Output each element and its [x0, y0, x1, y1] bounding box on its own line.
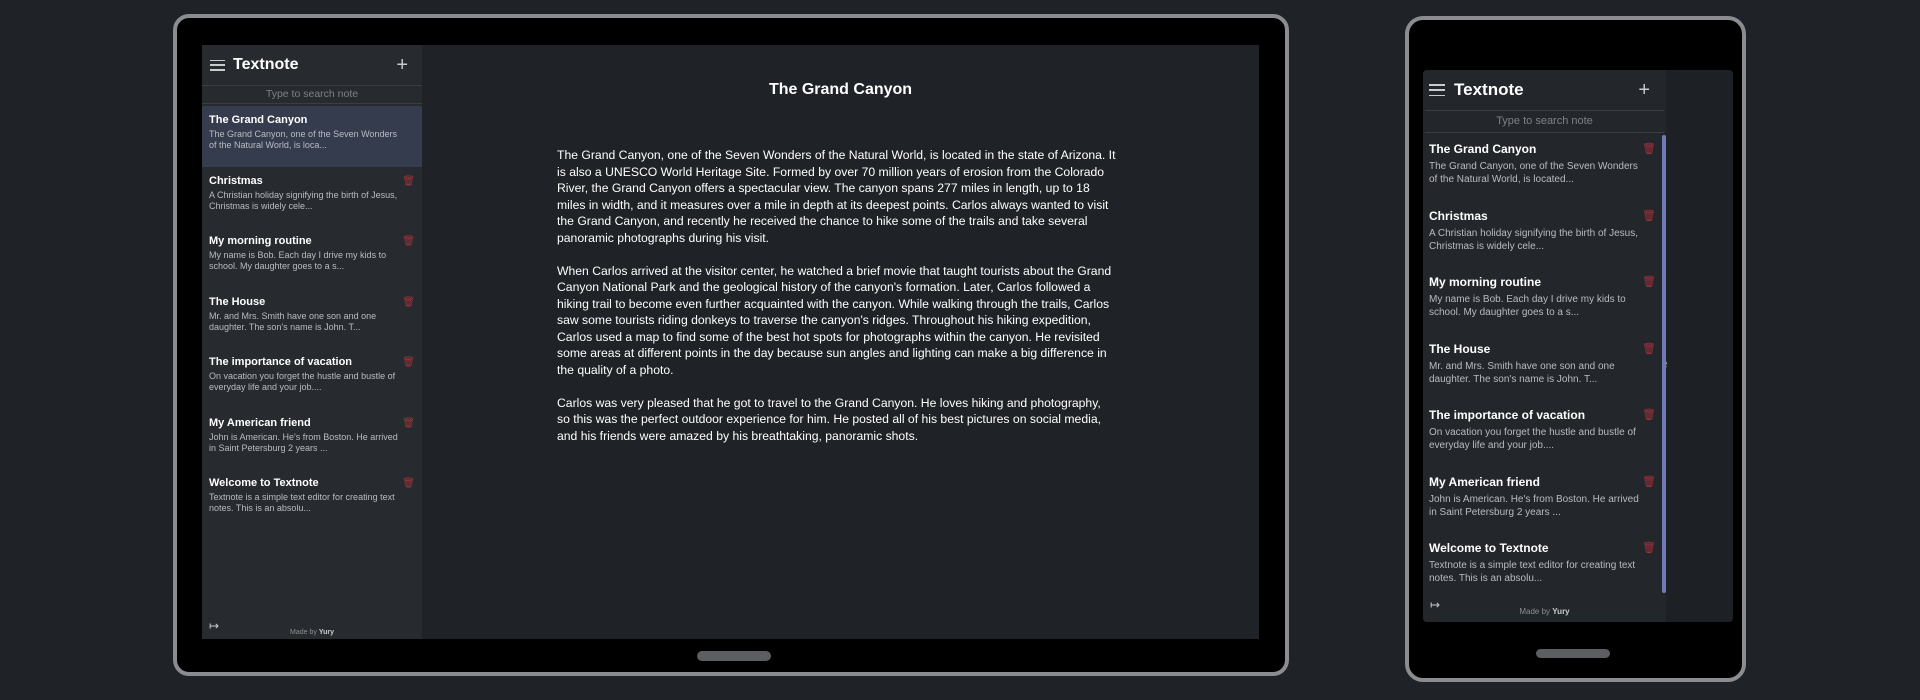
note-excerpt: Mr. and Mrs. Smith have one son and one … [1429, 360, 1615, 385]
note-item[interactable]: My morning routine My name is Bob. Each … [1423, 266, 1666, 333]
sidebar-header: Textnote + [1423, 70, 1666, 110]
note-title: My morning routine [1429, 275, 1541, 289]
note-excerpt: Textnote is a simple text editor for cre… [1429, 560, 1636, 584]
trash-icon[interactable]: 🗑 [1642, 408, 1656, 421]
note-title: My American friend [209, 416, 311, 429]
phone-device: e Textnote + The Grand Canyon The Grand … [1405, 16, 1746, 682]
note-excerpt: A Christian holiday signifying the birth… [1429, 227, 1638, 252]
sidebar: Textnote + The Grand Canyon The Grand Ca… [202, 45, 422, 639]
note-title: Welcome to Textnote [209, 477, 319, 489]
note-excerpt: John is American. He's from Boston. He a… [209, 431, 398, 453]
trash-icon[interactable]: 🗑 [1642, 342, 1656, 355]
search-input[interactable] [202, 88, 422, 100]
made-by-name: Yury [1552, 607, 1570, 616]
editor-paragraph: The Grand Canyon, one of the Seven Wonde… [557, 148, 1116, 245]
note-item[interactable]: The importance of vacation On vacation y… [1423, 399, 1666, 466]
tablet-screen: Textnote + The Grand Canyon The Grand Ca… [202, 45, 1259, 639]
search-bar [1425, 110, 1664, 133]
sidebar-footer: ↦ Made by Yury [1423, 596, 1666, 622]
note-excerpt: Textnote is a simple text editor for cre… [209, 492, 395, 513]
note-excerpt: On vacation you forget the hustle and bu… [209, 371, 396, 392]
trash-icon[interactable]: 🗑 [1642, 475, 1656, 488]
note-item[interactable]: Christmas A Christian holiday signifying… [202, 167, 422, 228]
made-by-credit: Made by Yury [202, 629, 422, 636]
note-title: The importance of vacation [1429, 408, 1586, 422]
note-item[interactable]: The Grand Canyon The Grand Canyon, one o… [1423, 133, 1666, 200]
note-editor[interactable]: The Grand Canyon The Grand Canyon, one o… [422, 45, 1259, 639]
editor-title[interactable]: The Grand Canyon [422, 81, 1259, 99]
trash-icon[interactable]: 🗑 [1642, 142, 1656, 155]
hamburger-icon[interactable] [1429, 84, 1445, 96]
note-item[interactable]: The House Mr. and Mrs. Smith have one so… [1423, 333, 1666, 400]
search-input[interactable] [1425, 115, 1664, 127]
note-excerpt: A Christian holiday signifying the birth… [209, 189, 398, 211]
note-excerpt: The Grand Canyon, one of the Seven Wonde… [1429, 161, 1638, 185]
note-title: Welcome to Textnote [1429, 541, 1549, 555]
note-item[interactable]: My morning routine My name is Bob. Each … [202, 227, 422, 288]
note-item[interactable]: My American friend John is American. He'… [1423, 466, 1666, 533]
app-title: Textnote [1454, 80, 1524, 99]
editor-paragraph: Carlos was very pleased that he got to t… [557, 395, 1101, 443]
note-excerpt: On vacation you forget the hustle and bu… [1429, 427, 1636, 451]
note-item[interactable]: The House Mr. and Mrs. Smith have one so… [202, 288, 422, 349]
note-item[interactable]: Christmas A Christian holiday signifying… [1423, 200, 1666, 267]
trash-icon[interactable]: 🗑 [402, 297, 415, 308]
note-item[interactable]: The importance of vacation On vacation y… [202, 348, 422, 409]
trash-icon[interactable]: 🗑 [402, 478, 415, 489]
note-title: Christmas [209, 174, 263, 187]
note-excerpt: My name is Bob. Each day I drive my kids… [1429, 294, 1626, 318]
sidebar-drawer: Textnote + The Grand Canyon The Grand Ca… [1423, 70, 1666, 622]
scrollbar[interactable] [1662, 135, 1666, 593]
trash-icon[interactable]: 🗑 [402, 236, 415, 247]
note-excerpt: The Grand Canyon, one of the Seven Wonde… [209, 129, 397, 150]
note-excerpt: My name is Bob. Each day I drive my kids… [209, 250, 387, 271]
trash-icon[interactable]: 🗑 [1642, 209, 1656, 222]
search-bar [202, 85, 422, 104]
note-title: Christmas [1429, 208, 1488, 223]
tablet-device: Textnote + The Grand Canyon The Grand Ca… [173, 14, 1289, 676]
note-title: The House [209, 295, 266, 308]
note-title: My morning routine [209, 235, 312, 247]
note-item[interactable]: The Grand Canyon The Grand Canyon, one o… [202, 106, 422, 167]
note-title: My American friend [1429, 474, 1540, 489]
sidebar-footer: ↦ Made by Yury [202, 619, 422, 639]
made-by-prefix: Made by [290, 629, 317, 636]
note-item[interactable]: My American friend John is American. He'… [202, 409, 422, 470]
note-item[interactable]: Welcome to Textnote Textnote is a simple… [202, 469, 422, 530]
note-title: The House [1429, 341, 1491, 356]
sidebar-header: Textnote + [202, 45, 422, 85]
note-title: The importance of vacation [209, 356, 353, 368]
trash-icon[interactable]: 🗑 [1642, 541, 1656, 554]
made-by-credit: Made by Yury [1423, 607, 1666, 616]
add-note-button[interactable]: + [396, 55, 408, 75]
add-note-button[interactable]: + [1638, 80, 1650, 100]
app-title: Textnote [233, 56, 299, 73]
note-list: The Grand Canyon The Grand Canyon, one o… [1423, 133, 1666, 596]
phone-screen: e Textnote + The Grand Canyon The Grand … [1423, 70, 1733, 622]
background-editor-shade[interactable]: e [1660, 70, 1733, 622]
note-excerpt: John is American. He's from Boston. He a… [1429, 493, 1639, 518]
made-by-name: Yury [318, 629, 334, 636]
trash-icon[interactable]: 🗑 [402, 176, 415, 187]
note-title: The Grand Canyon [209, 114, 308, 126]
home-button[interactable] [1536, 649, 1610, 658]
home-button[interactable] [697, 651, 771, 661]
trash-icon[interactable]: 🗑 [1642, 275, 1656, 288]
note-list: The Grand Canyon The Grand Canyon, one o… [202, 106, 422, 619]
trash-icon[interactable]: 🗑 [402, 357, 415, 368]
note-title: The Grand Canyon [1429, 142, 1537, 156]
note-item[interactable]: Welcome to Textnote Textnote is a simple… [1423, 532, 1666, 596]
made-by-prefix: Made by [1519, 607, 1551, 616]
editor-body[interactable]: The Grand Canyon, one of the Seven Wonde… [557, 147, 1117, 461]
trash-icon[interactable]: 🗑 [402, 418, 415, 429]
note-excerpt: Mr. and Mrs. Smith have one son and one … [209, 310, 377, 332]
editor-paragraph: When Carlos arrived at the visitor cente… [557, 263, 1112, 377]
hamburger-icon[interactable] [210, 59, 225, 71]
